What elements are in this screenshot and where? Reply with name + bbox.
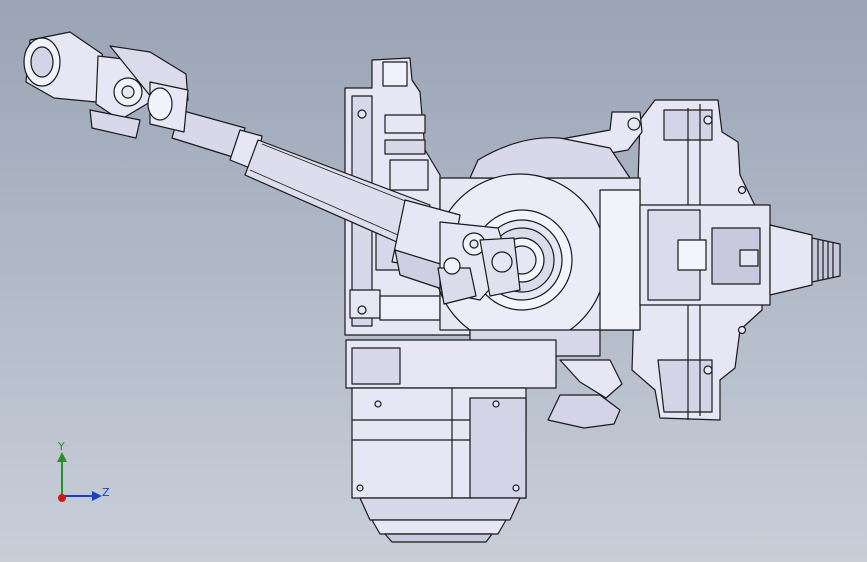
triad-y-label: Y	[58, 440, 65, 453]
assist-motor	[345, 339, 557, 543]
triad-z-label: Z	[102, 486, 110, 499]
cad-viewport[interactable]: Y Z	[0, 0, 867, 562]
steering-column-model[interactable]	[0, 0, 867, 562]
outer-jacket-tube	[639, 204, 841, 306]
triad-axes-icon	[57, 452, 102, 502]
coordinate-triad: Y Z	[44, 440, 124, 510]
upper-universal-joint	[23, 31, 189, 139]
